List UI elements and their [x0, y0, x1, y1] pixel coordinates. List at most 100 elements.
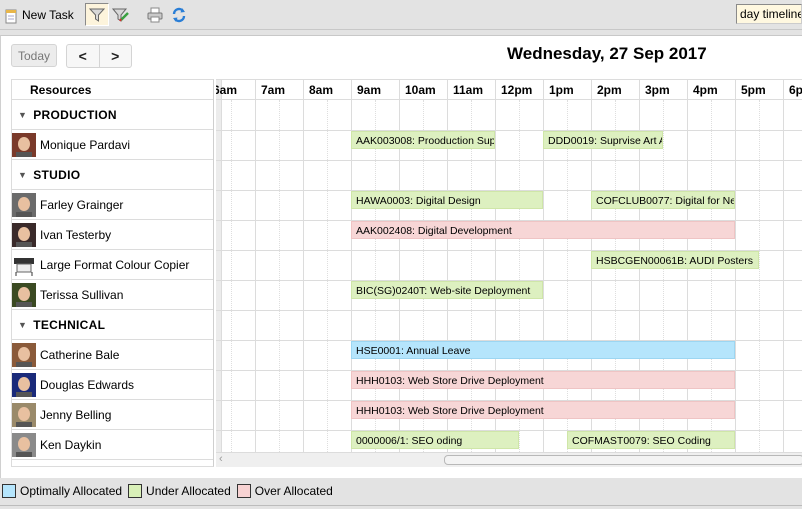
resources-header: Resources — [12, 80, 213, 100]
resource-name: Large Format Colour Copier — [40, 257, 190, 272]
hour-label: 4pm — [693, 83, 718, 97]
group-label: PRODUCTION — [33, 107, 117, 122]
filter-icon — [89, 8, 105, 22]
resource-name: Ivan Testerby — [40, 227, 112, 242]
task-bar[interactable]: DDD0019: Suprvise Art Aquisition — [543, 131, 663, 149]
hour-label: 2pm — [597, 83, 622, 97]
edit-filter-button[interactable] — [109, 3, 133, 26]
chevron-left-icon: < — [78, 48, 87, 64]
legend-label: Optimally Allocated — [20, 484, 123, 498]
hour-gridline — [303, 80, 304, 454]
resource-row: Farley Grainger — [12, 190, 213, 220]
task-bar[interactable]: AAK003008: Prooduction Supervision — [351, 131, 495, 149]
task-bar[interactable]: 0000006/1: SEO oding — [351, 431, 519, 449]
task-bar[interactable]: HHH0103: Web Store Drive Deployment — [351, 371, 735, 389]
row-gridline — [216, 160, 802, 161]
legend-item: Under Allocated — [126, 484, 231, 498]
today-button[interactable]: Today — [11, 44, 57, 67]
group-label: TECHNICAL — [33, 317, 106, 332]
resource-row: Large Format Colour Copier — [12, 250, 213, 280]
row-gridline — [216, 130, 802, 131]
timeline-grid: 6am 7am 8am 9am 10am 11am 12pm 1pm 2pm 3pm 4pm 5pm 6… — [216, 79, 802, 467]
resource-group-row[interactable]: ▼ PRODUCTION — [12, 100, 213, 130]
resource-row: Douglas Edwards — [12, 370, 213, 400]
resource-row: Ken Daykin — [12, 430, 213, 460]
hour-label: 1pm — [549, 83, 574, 97]
new-task-label: New Task — [22, 8, 74, 22]
new-task-button[interactable]: New Task — [5, 6, 74, 24]
task-bar[interactable]: COFCLUB0077: Digital for New — [591, 191, 735, 209]
legend-swatch — [128, 484, 143, 498]
avatar — [12, 282, 36, 307]
resource-name: Catherine Bale — [40, 347, 120, 362]
resource-name: Douglas Edwards — [40, 377, 135, 392]
hour-label: 11am — [453, 83, 484, 97]
date-title: Wednesday, 27 Sep 2017 — [507, 44, 707, 63]
allocation-legend: Optimally Allocated Under Allocated Over A… — [0, 481, 337, 501]
hour-gridline — [783, 80, 784, 454]
next-day-button[interactable]: > — [98, 45, 132, 67]
view-selector[interactable]: day timeline — [736, 4, 802, 24]
task-bar[interactable]: BIC(SG)0240T: Web-site Deployment — [351, 281, 543, 299]
avatar — [12, 372, 36, 397]
filter-button[interactable] — [85, 3, 109, 26]
filter-edit-icon — [112, 8, 129, 22]
resource-group-row[interactable]: ▼ STUDIO — [12, 160, 213, 190]
resource-name: Terissa Sullivan — [40, 287, 124, 302]
avatar — [12, 192, 36, 217]
legend-label: Under Allocated — [146, 484, 231, 498]
hour-label: 9am — [357, 83, 382, 97]
resource-row: Jenny Belling — [12, 400, 213, 430]
timeline-canvas: 6am 7am 8am 9am 10am 11am 12pm 1pm 2pm 3pm 4pm 5pm 6… — [216, 80, 802, 467]
legend-item: Over Allocated — [235, 484, 333, 498]
avatar — [12, 402, 36, 427]
printer-avatar-icon — [12, 252, 36, 277]
task-bar[interactable]: HSBCGEN00061B: AUDI Posters — [591, 251, 759, 269]
hour-label: 12pm — [501, 83, 533, 97]
resources-column: Resources ▼ PRODUCTION Monique Pardavi ▼ STU… — [11, 79, 214, 467]
collapse-triangle-icon[interactable]: ▼ — [18, 110, 27, 120]
print-button[interactable] — [143, 3, 167, 26]
refresh-button[interactable] — [167, 3, 191, 26]
row-gridline — [216, 310, 802, 311]
legend-swatch — [236, 484, 251, 498]
task-bar[interactable]: COFMAST0079: SEO Coding — [567, 431, 735, 449]
legend-item: Optimally Allocated — [0, 484, 122, 498]
chevron-right-icon: > — [111, 48, 120, 64]
print-icon — [147, 7, 163, 22]
scroll-left-arrow-icon[interactable]: ‹ — [219, 453, 223, 465]
legend-label: Over Allocated — [254, 484, 333, 498]
divider — [0, 505, 802, 506]
resource-list: ▼ PRODUCTION Monique Pardavi ▼ STUDIO Farley … — [12, 100, 213, 460]
avatar — [12, 432, 36, 457]
resource-name: Monique Pardavi — [40, 137, 131, 152]
legend-swatch — [2, 484, 16, 498]
hour-label: 10am — [405, 83, 436, 97]
resource-name: Farley Grainger — [40, 197, 124, 212]
task-bar[interactable]: AAK002408: Digital Development — [351, 221, 735, 239]
group-label: STUDIO — [33, 167, 81, 182]
toolbar: New Task day timeline — [0, 0, 802, 30]
hour-label: 8am — [309, 83, 334, 97]
resource-name: Ken Daykin — [40, 437, 102, 452]
task-bar[interactable]: HHH0103: Web Store Drive Deployment — [351, 401, 735, 419]
hour-label: 7am — [261, 83, 286, 97]
task-bar[interactable]: HAWA0003: Digital Design — [351, 191, 543, 209]
horizontal-scrollbar[interactable]: ‹ — [216, 452, 802, 467]
new-task-icon — [5, 8, 17, 23]
resource-name: Jenny Belling — [40, 407, 112, 422]
resource-row: Ivan Testerby — [12, 220, 213, 250]
hour-gridline — [255, 80, 256, 454]
resource-group-row[interactable]: ▼ TECHNICAL — [12, 310, 213, 340]
avatar — [12, 342, 36, 367]
task-bar[interactable]: HSE0001: Annual Leave — [351, 341, 735, 359]
refresh-icon — [172, 7, 186, 22]
collapse-triangle-icon[interactable]: ▼ — [18, 320, 27, 330]
collapse-triangle-icon[interactable]: ▼ — [18, 170, 27, 180]
scrollbar-thumb[interactable] — [444, 455, 802, 465]
scheduler-panel: Today < > Wednesday, 27 Sep 2017 Resourc… — [0, 35, 802, 478]
avatar — [12, 132, 36, 157]
resource-row: Terissa Sullivan — [12, 280, 213, 310]
previous-day-button[interactable]: < — [67, 45, 99, 67]
hour-label: 6pm — [789, 83, 802, 97]
